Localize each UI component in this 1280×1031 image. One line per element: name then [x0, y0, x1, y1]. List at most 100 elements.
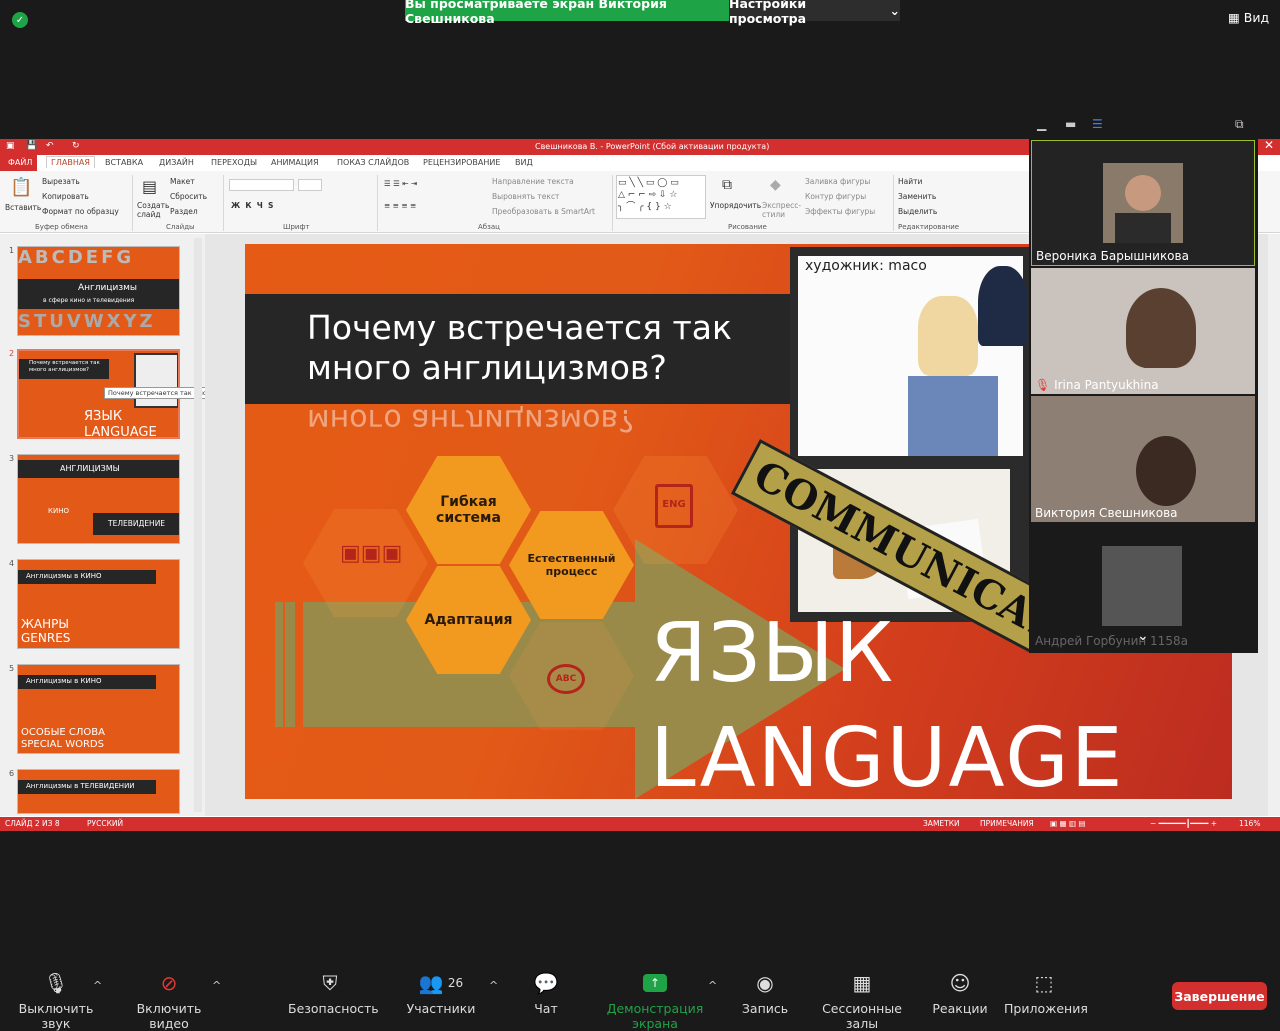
chevron-up-icon[interactable]: ^: [489, 979, 498, 992]
security-button[interactable]: ⛨ Безопасность: [288, 965, 379, 1024]
tab-slideshow[interactable]: ПОКАЗ СЛАЙДОВ: [337, 158, 409, 167]
thumbnail-scrollbar[interactable]: [194, 238, 202, 812]
tab-insert[interactable]: ВСТАВКА: [105, 158, 143, 167]
thumb-title: Почему встречается так много англицизмов…: [29, 360, 100, 373]
security-shield-icon[interactable]: ✓: [12, 12, 28, 28]
breakout-rooms-button[interactable]: ▦ Сессионные залы: [808, 965, 916, 1031]
canvas-scrollbar[interactable]: [1268, 234, 1280, 816]
single-view-icon[interactable]: ▬: [1065, 117, 1076, 131]
end-meeting-button[interactable]: Завершение: [1172, 982, 1267, 1010]
select-button[interactable]: Выделить: [898, 207, 937, 216]
tab-transitions[interactable]: ПЕРЕХОДЫ: [211, 158, 257, 167]
reset-button[interactable]: Сбросить: [170, 192, 207, 201]
exit-panel-icon[interactable]: ⧉: [1235, 117, 1244, 132]
bullets-icon[interactable]: ☰ ☰ ⇤ ⇥: [384, 179, 417, 188]
tab-view[interactable]: ВИД: [515, 158, 533, 167]
thumb-number: 5: [9, 664, 15, 673]
video-tile[interactable]: Виктория Свешникова: [1031, 396, 1255, 522]
text-direction-button[interactable]: Направление текста: [492, 177, 574, 186]
close-icon[interactable]: ✕: [1264, 139, 1274, 152]
chevron-up-icon[interactable]: ^: [93, 979, 102, 992]
thumbnail-slide-1[interactable]: ABCDEFG Англицизмы в сфере кино и телеви…: [17, 246, 180, 336]
paste-button[interactable]: Вставить: [5, 203, 41, 212]
zoom-level[interactable]: 116%: [1239, 819, 1260, 828]
format-painter-button[interactable]: Формат по образцу: [42, 207, 119, 216]
bold-icon[interactable]: Ж К Ч S: [231, 201, 273, 210]
thumbnail-slide-4[interactable]: Англицизмы в КИНО ЖАНРЫ GENRES: [17, 559, 180, 649]
apps-button[interactable]: ⬚ Приложения: [1004, 965, 1088, 1024]
slide-big-word-ru: ЯЗЫК: [650, 606, 895, 701]
quick-styles-icon[interactable]: ◆: [770, 177, 781, 193]
slide-title: Почему встречается так много англицизмов…: [307, 308, 732, 387]
reactions-label: Реакции: [932, 1001, 988, 1016]
arrange-icon[interactable]: ⧉: [722, 177, 732, 193]
video-tile[interactable]: Вероника Барышникова: [1031, 140, 1255, 266]
participants-label: Участники: [406, 1001, 476, 1016]
shape-fill-button[interactable]: Заливка фигуры: [805, 177, 870, 186]
slide-thumbnails-pane[interactable]: 1 ABCDEFG Англицизмы в сфере кино и теле…: [0, 234, 221, 816]
redo-icon[interactable]: ↻: [72, 141, 80, 151]
find-button[interactable]: Найти: [898, 177, 922, 186]
strip-view-icon[interactable]: ☰: [1092, 117, 1103, 131]
ribbon-separator: [893, 175, 894, 231]
chat-button[interactable]: 💬 Чат: [526, 965, 566, 1024]
shape-effects-button[interactable]: Эффекты фигуры: [805, 207, 875, 216]
arrange-button[interactable]: Упорядочить: [710, 201, 761, 210]
zoom-slider[interactable]: − ━━━━━━┃━━━━ +: [1150, 819, 1217, 828]
thumbnail-slide-3[interactable]: АНГЛИЦИЗМЫ КИНО ТЕЛЕВИДЕНИЕ: [17, 454, 180, 544]
thumbnail-slide-5[interactable]: Англицизмы в КИНО ОСОБЫЕ СЛОВА SPECIAL W…: [17, 664, 180, 754]
view-normal-icon[interactable]: ▣ ▦ ▥ ▤: [1050, 819, 1086, 828]
record-button[interactable]: ◉ Запись: [740, 965, 790, 1024]
video-tile[interactable]: Андрей Горбунин 1158а ⌄: [1031, 524, 1255, 650]
new-slide-icon[interactable]: ▤: [142, 177, 157, 196]
font-name-input[interactable]: [229, 179, 294, 191]
tab-home[interactable]: ГЛАВНАЯ: [46, 156, 95, 168]
view-options-button[interactable]: Настройки просмотра ⌄: [729, 0, 900, 26]
align-text-button[interactable]: Выровнять текст: [492, 192, 559, 201]
tab-animation[interactable]: АНИМАЦИЯ: [271, 158, 319, 167]
cut-button[interactable]: Вырезать: [42, 177, 80, 186]
share-screen-button[interactable]: ↑ Демонстрация экрана: [590, 965, 720, 1031]
body-placeholder: [1115, 213, 1171, 243]
chevron-up-icon[interactable]: ^: [212, 979, 221, 992]
view-button[interactable]: ▦ Вид: [1228, 10, 1269, 25]
smartart-button[interactable]: Преобразовать в SmartArt: [492, 207, 595, 216]
participants-button[interactable]: 👥 26 Участники: [406, 965, 476, 1024]
notes-button[interactable]: ЗАМЕТКИ: [923, 819, 960, 828]
tab-file[interactable]: ФАЙЛ: [0, 155, 37, 171]
video-tile[interactable]: 🎙 Irina Pantyukhina: [1031, 268, 1255, 394]
thumbnail-slide-6[interactable]: Англицизмы в ТЕЛЕВИДЕНИИ: [17, 769, 180, 814]
comments-button[interactable]: ПРИМЕЧАНИЯ: [980, 819, 1034, 828]
quick-styles-button[interactable]: Экспресс-стили: [762, 201, 802, 219]
chevron-up-icon[interactable]: ^: [708, 979, 717, 992]
chevron-down-icon[interactable]: ⌄: [1137, 628, 1149, 644]
new-slide-button[interactable]: Создать слайд: [137, 201, 169, 219]
reactions-button[interactable]: ☺ Реакции: [932, 965, 988, 1024]
replace-button[interactable]: Заменить: [898, 192, 936, 201]
anime-illustration: [798, 256, 1028, 456]
thumb-big-en: SPECIAL WORDS: [21, 739, 104, 750]
minimize-icon[interactable]: ▁: [1037, 117, 1046, 131]
tab-design[interactable]: ДИЗАЙН: [159, 158, 194, 167]
layout-button[interactable]: Макет: [170, 177, 195, 186]
shape-outline-button[interactable]: Контур фигуры: [805, 192, 866, 201]
section-button[interactable]: Раздел: [170, 207, 198, 216]
paste-icon[interactable]: 📋: [10, 177, 32, 198]
video-button[interactable]: ⊘ Включить видео: [120, 965, 218, 1031]
thumb-big-ru: ЖАНРЫ: [21, 617, 69, 631]
eng-book-icon: ENG: [655, 484, 693, 528]
copy-button[interactable]: Копировать: [42, 192, 89, 201]
thumb-big-ru: ОСОБЫЕ СЛОВА: [21, 727, 105, 738]
font-size-input[interactable]: [298, 179, 322, 191]
tab-review[interactable]: РЕЦЕНЗИРОВАНИЕ: [423, 158, 500, 167]
save-icon[interactable]: 💾: [26, 141, 37, 151]
shapes-gallery[interactable]: ▭ ╲ ╲ ▭ ◯ ▭ △ ⌐ ⌐ ⇨ ⇩ ☆ ╮ ⌒ ╭ { } ☆: [616, 175, 706, 219]
language-indicator[interactable]: РУССКИЙ: [87, 819, 123, 828]
undo-icon[interactable]: ↶: [46, 141, 54, 151]
slide-counter: СЛАЙД 2 ИЗ 8: [5, 819, 60, 828]
artist-credit: художник: maco: [805, 258, 927, 274]
mute-button[interactable]: 🎙 Выключить звук: [6, 965, 106, 1031]
clipboard-group-label: Буфер обмена: [35, 223, 88, 231]
align-icon[interactable]: ≡ ≡ ≡ ≡: [384, 201, 416, 210]
share-screen-icon: ↑: [643, 974, 667, 992]
